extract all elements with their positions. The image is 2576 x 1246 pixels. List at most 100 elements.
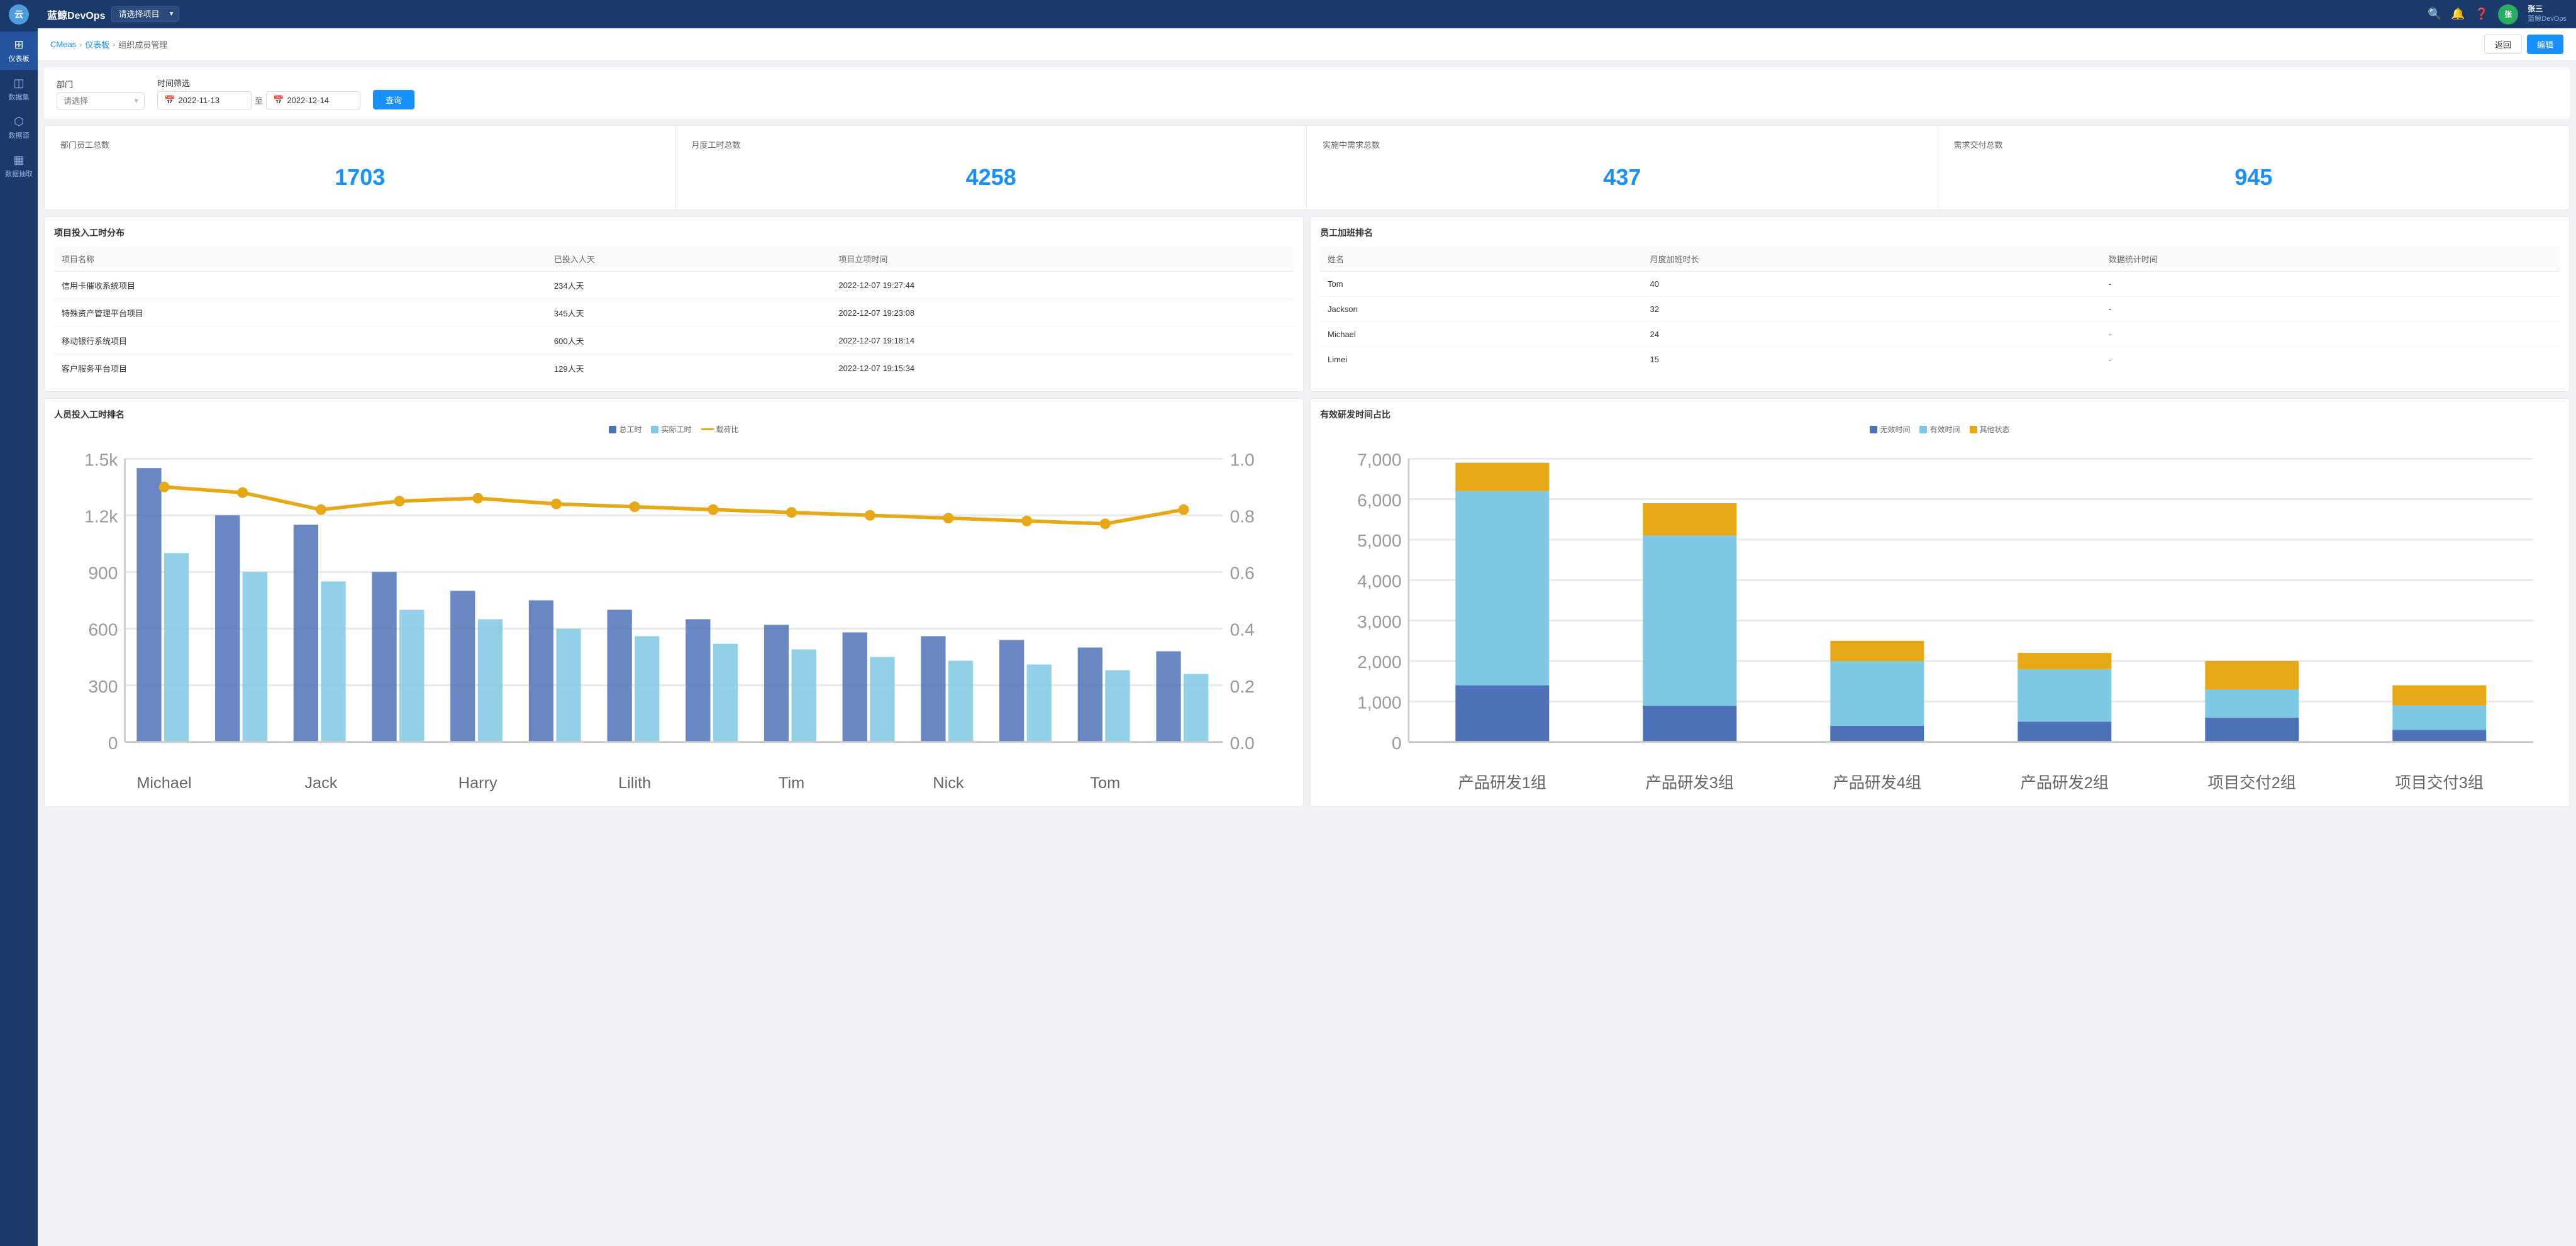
table-row: 移动银行系统项目 600人天 2022-12-07 19:18:14 [54, 327, 1294, 355]
dashboard-icon: ⊞ [12, 38, 26, 52]
legend-valid-dot [1919, 426, 1927, 433]
calendar-icon2: 📅 [273, 95, 284, 106]
svg-text:0.4: 0.4 [1230, 620, 1255, 640]
legend-load-line [701, 428, 714, 430]
stat-card-employees: 部门员工总数 1703 [45, 126, 676, 209]
personnel-chart-legend: 总工时 实际工时 载荷比 [54, 424, 1294, 435]
sidebar-item-dataset[interactable]: ◫ 数据集 [0, 70, 38, 108]
query-button[interactable]: 查询 [373, 90, 414, 109]
svg-text:6,000: 6,000 [1357, 491, 1401, 510]
sidebar-item-dataextract[interactable]: ▦ 数据抽取 [0, 147, 38, 185]
legend-invalid-time: 无效时间 [1870, 424, 1910, 435]
avatar[interactable]: 张 [2498, 4, 2518, 25]
table-row: 信用卡催收系统项目 234人天 2022-12-07 19:27:44 [54, 272, 1294, 299]
svg-text:1.0: 1.0 [1230, 450, 1255, 469]
sidebar-item-dashboard[interactable]: ⊞ 仪表板 [0, 31, 38, 70]
project-time-cell: 2022-12-07 19:18:14 [831, 327, 1294, 355]
svg-text:产品研发2组: 产品研发2组 [2020, 774, 2109, 792]
legend-other-state: 其他状态 [1970, 424, 2010, 435]
person-days-cell: 600人天 [547, 327, 831, 355]
dept-select[interactable] [57, 92, 145, 109]
table-row: Michael 24 - [1320, 322, 2560, 347]
calendar-icon: 📅 [164, 95, 175, 106]
date-start-input[interactable]: 📅 2022-11-13 [157, 91, 252, 109]
stat-card-workhours: 月度工时总数 4258 [676, 126, 1307, 209]
svg-text:Nick: Nick [933, 774, 964, 792]
svg-text:产品研发1组: 产品研发1组 [1458, 774, 1546, 792]
svg-text:7,000: 7,000 [1357, 450, 1401, 469]
breadcrumb-sep1: › [79, 40, 82, 49]
svg-text:1.2k: 1.2k [84, 507, 118, 526]
datasource-icon: ⬡ [12, 114, 26, 128]
person-days-cell: 234人天 [547, 272, 831, 299]
sidebar-nav: ⊞ 仪表板 ◫ 数据集 ⬡ 数据源 ▦ 数据抽取 [0, 31, 38, 185]
personnel-chart-title: 人员投入工时排名 [54, 408, 1294, 421]
project-table-card: 项目投入工时分布 项目名称 已投入人天 项目立项时间 信用卡催收系统项目 234… [44, 216, 1304, 392]
legend-load-ratio: 载荷比 [701, 424, 739, 435]
charts-row: 人员投入工时排名 总工时 实际工时 载荷比 03006009001 [44, 398, 2570, 807]
personnel-chart-card: 人员投入工时排名 总工时 实际工时 载荷比 03006009001 [44, 398, 1304, 807]
svg-text:2,000: 2,000 [1357, 652, 1401, 672]
personnel-chart-svg: 03006009001.2k1.5k0.00.20.40.60.81.0Mich… [54, 441, 1294, 795]
svg-text:0: 0 [1392, 733, 1402, 753]
content-area: CMeas › 仪表板 › 组织成员管理 返回 编辑 部门 ▼ 时间筛选 [38, 28, 2576, 1246]
legend-other-label: 其他状态 [1980, 424, 2010, 435]
employee-name-cell: Limei [1320, 347, 1643, 372]
project-table: 项目名称 已投入人天 项目立项时间 信用卡催收系统项目 234人天 2022-1… [54, 247, 1294, 382]
legend-invalid-label: 无效时间 [1880, 424, 1910, 435]
legend-actual-label: 实际工时 [661, 424, 691, 435]
col-person-days: 已投入人天 [547, 247, 831, 272]
user-name: 张三 [2528, 4, 2567, 14]
help-icon[interactable]: ❓ [2475, 8, 2489, 21]
svg-text:Lilith: Lilith [618, 774, 651, 792]
sidebar-item-datasource[interactable]: ⬡ 数据源 [0, 108, 38, 147]
table-row: Jackson 32 - [1320, 297, 2560, 322]
employee-name-cell: Tom [1320, 272, 1643, 297]
search-icon[interactable]: 🔍 [2428, 8, 2441, 21]
breadcrumb-current: 组织成员管理 [118, 38, 167, 50]
legend-total-label: 总工时 [619, 424, 641, 435]
col-monthly-overtime: 月度加班时长 [1643, 247, 2101, 272]
svg-text:300: 300 [88, 677, 118, 696]
dataset-icon: ◫ [12, 76, 26, 90]
person-days-cell: 129人天 [547, 355, 831, 382]
monthly-overtime-cell: 24 [1643, 322, 2101, 347]
logo-area: 云 [0, 0, 38, 28]
legend-other-dot [1970, 426, 1977, 433]
topbar: 蓝鲸DevOps 请选择项目 🔍 🔔 ❓ 张 张三 蓝鲸DevOps [38, 0, 2576, 28]
stat-time-cell: - [2101, 272, 2560, 297]
back-button[interactable]: 返回 [2484, 35, 2522, 54]
svg-text:4,000: 4,000 [1357, 571, 1401, 591]
breadcrumb: CMeas › 仪表板 › 组织成员管理 返回 编辑 [38, 28, 2576, 61]
tables-row: 项目投入工时分布 项目名称 已投入人天 项目立项时间 信用卡催收系统项目 234… [44, 216, 2570, 392]
sidebar-item-label: 数据集 [9, 92, 30, 102]
breadcrumb-dashboard[interactable]: 仪表板 [85, 38, 109, 50]
date-range: 📅 2022-11-13 至 📅 2022-12-14 [157, 91, 360, 109]
dataextract-icon: ▦ [12, 153, 26, 167]
project-select[interactable]: 请选择项目 [111, 6, 179, 22]
svg-text:产品研发4组: 产品研发4组 [1833, 774, 1921, 792]
stat-card-requirements: 实施中需求总数 437 [1307, 126, 1938, 209]
legend-actual-dot [651, 426, 658, 433]
table-row: 特殊资产管理平台项目 345人天 2022-12-07 19:23:08 [54, 299, 1294, 327]
date-end-input[interactable]: 📅 2022-12-14 [266, 91, 360, 109]
filter-bar: 部门 ▼ 时间筛选 📅 2022-11-13 至 📅 2022-12-14 [44, 67, 2570, 119]
svg-text:0.2: 0.2 [1230, 677, 1255, 696]
stat-value-employees: 1703 [60, 158, 660, 197]
dept-label: 部门 [57, 78, 145, 90]
edit-button[interactable]: 编辑 [2527, 35, 2563, 54]
dept-filter-group: 部门 ▼ [57, 78, 145, 109]
svg-text:项目交付2组: 项目交付2组 [2207, 774, 2296, 792]
svg-text:Michael: Michael [136, 774, 191, 792]
stat-label-employees: 部门员工总数 [60, 138, 660, 150]
stat-value-delivery: 945 [1954, 158, 2554, 197]
svg-text:Tom: Tom [1090, 774, 1120, 792]
notification-icon[interactable]: 🔔 [2451, 8, 2465, 21]
main-wrapper: 蓝鲸DevOps 请选择项目 🔍 🔔 ❓ 张 张三 蓝鲸DevOps CMeas… [38, 0, 2576, 1246]
logo-icon: 云 [9, 4, 29, 25]
svg-text:600: 600 [88, 620, 118, 640]
date-start-value: 2022-11-13 [178, 96, 219, 105]
breadcrumb-cmeas[interactable]: CMeas [50, 40, 76, 49]
sidebar-item-label: 数据源 [9, 130, 30, 140]
user-info: 张三 蓝鲸DevOps [2528, 4, 2567, 24]
